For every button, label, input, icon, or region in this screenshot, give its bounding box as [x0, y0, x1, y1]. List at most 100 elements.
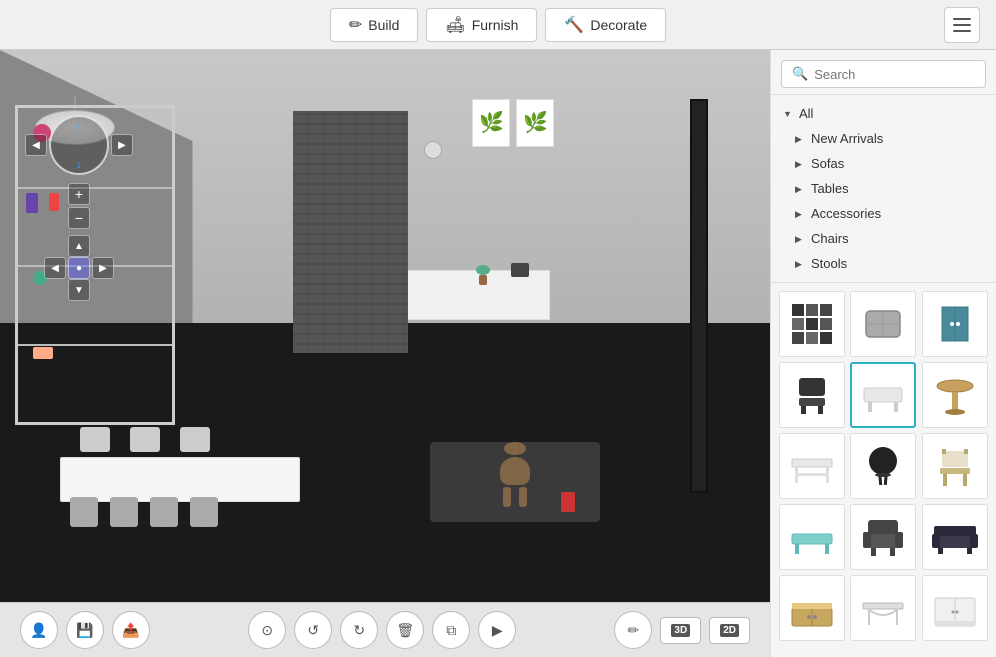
tab-decorate[interactable]: 🔨 Decorate	[545, 8, 666, 42]
furniture-item-chair-dark[interactable]	[779, 362, 845, 428]
pan-down-btn[interactable]: ▼	[68, 279, 90, 301]
zoom-in-btn[interactable]: +	[68, 183, 90, 205]
tab-furnish-label: Furnish	[472, 17, 519, 33]
view-2d-icon: 2D	[720, 624, 739, 637]
search-input[interactable]	[814, 67, 975, 82]
save-button[interactable]: 💾	[66, 611, 104, 649]
share-button[interactable]: 📤	[112, 611, 150, 649]
bottom-bar: 👤 💾 📤 ⊙ ↺ ↻	[0, 602, 770, 657]
dining-chair-top-1	[80, 427, 110, 452]
white-table-svg	[787, 441, 837, 491]
tab-build[interactable]: ✏ Build	[330, 8, 419, 42]
top-bar-tabs: ✏ Build 🛋 Furnish 🔨 Decorate	[330, 8, 666, 42]
category-all-label: All	[799, 106, 813, 121]
orbit-left-btn[interactable]: ◀	[25, 134, 47, 156]
coffee-table-svg	[858, 370, 908, 420]
cabinet-white-svg	[930, 583, 980, 633]
category-sofas-label: Sofas	[811, 156, 844, 171]
wall-art-1: 🌿	[472, 99, 510, 147]
view-3d-icon: 3D	[671, 624, 690, 637]
pan-row-top: ▲	[68, 235, 90, 257]
orbit-right-btn[interactable]: ▶	[111, 134, 133, 156]
furniture-item-cabinet[interactable]	[922, 291, 988, 357]
shelf-row-3	[18, 344, 172, 346]
build-icon: ✏	[349, 15, 362, 35]
monitor	[511, 263, 529, 277]
rotate-left-icon: ↺	[307, 622, 319, 639]
furniture-item-wall-deco[interactable]	[779, 291, 845, 357]
category-all[interactable]: ▼ All	[771, 101, 996, 126]
furniture-item-cushion[interactable]	[850, 291, 916, 357]
furniture-item-chair-black[interactable]	[850, 433, 916, 499]
zoom-controls: + −	[68, 183, 90, 229]
search-input-wrap: 🔍	[781, 60, 986, 88]
furniture-item-sofa-dark[interactable]	[922, 504, 988, 570]
teal-table-svg	[787, 512, 837, 562]
furniture-item-white-table[interactable]	[779, 433, 845, 499]
play-button[interactable]: ▶	[478, 611, 516, 649]
copy-button[interactable]: ⧉	[432, 611, 470, 649]
side-table-svg	[930, 370, 980, 420]
view-2d-button[interactable]: 2D	[709, 617, 750, 644]
share-icon: 📤	[122, 622, 139, 639]
category-stools-label: Stools	[811, 256, 847, 271]
accessories-arrow-icon: ▶	[795, 209, 805, 219]
furniture-item-teal-table[interactable]	[779, 504, 845, 570]
menu-button[interactable]	[944, 7, 980, 43]
pan-right-btn[interactable]: ▶	[92, 257, 114, 279]
chairs-arrow-icon: ▶	[795, 234, 805, 244]
hamburger-line-3	[953, 30, 971, 32]
delete-button[interactable]: 🗑	[386, 611, 424, 649]
trash-can	[561, 492, 575, 512]
plant-pot	[479, 275, 487, 285]
furnish-icon: 🛋	[445, 15, 465, 35]
category-new-arrivals[interactable]: ▶ New Arrivals	[771, 126, 996, 151]
viewport[interactable]: 🌿 🌿 ◀ ▶	[0, 50, 770, 657]
dining-chair-bottom-3	[150, 497, 178, 527]
hamburger-line-2	[953, 24, 971, 26]
category-tree: ▼ All ▶ New Arrivals ▶ Sofas ▶ Tables ▶ …	[771, 95, 996, 283]
category-sofas[interactable]: ▶ Sofas	[771, 151, 996, 176]
tab-decorate-label: Decorate	[590, 17, 647, 33]
edit-button[interactable]: ✏	[614, 611, 652, 649]
user-button[interactable]: 👤	[20, 611, 58, 649]
save-icon: 💾	[76, 622, 93, 639]
category-chairs-label: Chairs	[811, 231, 849, 246]
top-bar: ✏ Build 🛋 Furnish 🔨 Decorate	[0, 0, 996, 50]
rotate-left-button[interactable]: ↺	[294, 611, 332, 649]
search-icon: 🔍	[792, 66, 808, 82]
rotate-right-button[interactable]: ↻	[340, 611, 378, 649]
furniture-item-side-table[interactable]	[922, 362, 988, 428]
category-accessories-label: Accessories	[811, 206, 881, 221]
tables-arrow-icon: ▶	[795, 184, 805, 194]
tab-furnish[interactable]: 🛋 Furnish	[426, 8, 537, 42]
wall-art: 🌿 🌿	[472, 99, 554, 147]
compass[interactable]	[49, 115, 109, 175]
tab-build-label: Build	[368, 17, 399, 33]
pan-center-btn[interactable]: ●	[68, 257, 90, 279]
category-chairs[interactable]: ▶ Chairs	[771, 226, 996, 251]
view-3d-button[interactable]: 3D	[660, 617, 701, 644]
user-icon: 👤	[30, 622, 47, 639]
furniture-item-cabinet-white[interactable]	[922, 575, 988, 641]
furniture-item-chair-wood[interactable]	[922, 433, 988, 499]
zoom-out-btn[interactable]: −	[68, 207, 90, 229]
furniture-item-metal-table[interactable]	[850, 575, 916, 641]
category-accessories[interactable]: ▶ Accessories	[771, 201, 996, 226]
dining-chair-bottom-1	[70, 497, 98, 527]
wall-clock	[424, 141, 442, 159]
furniture-item-storage-wood[interactable]	[779, 575, 845, 641]
category-stools[interactable]: ▶ Stools	[771, 251, 996, 276]
pan-left-btn[interactable]: ◀	[44, 257, 66, 279]
desk-plant	[476, 265, 490, 285]
rotate-object-button[interactable]: ⊙	[248, 611, 286, 649]
pan-up-btn[interactable]: ▲	[68, 235, 90, 257]
brick-wall	[293, 111, 409, 354]
shelf-decor-5	[33, 347, 53, 359]
wall-deco-svg	[787, 299, 837, 349]
category-tables-label: Tables	[811, 181, 849, 196]
copy-icon: ⧉	[446, 622, 456, 639]
category-tables[interactable]: ▶ Tables	[771, 176, 996, 201]
furniture-item-coffee-table[interactable]	[850, 362, 916, 428]
furniture-item-armchair[interactable]	[850, 504, 916, 570]
